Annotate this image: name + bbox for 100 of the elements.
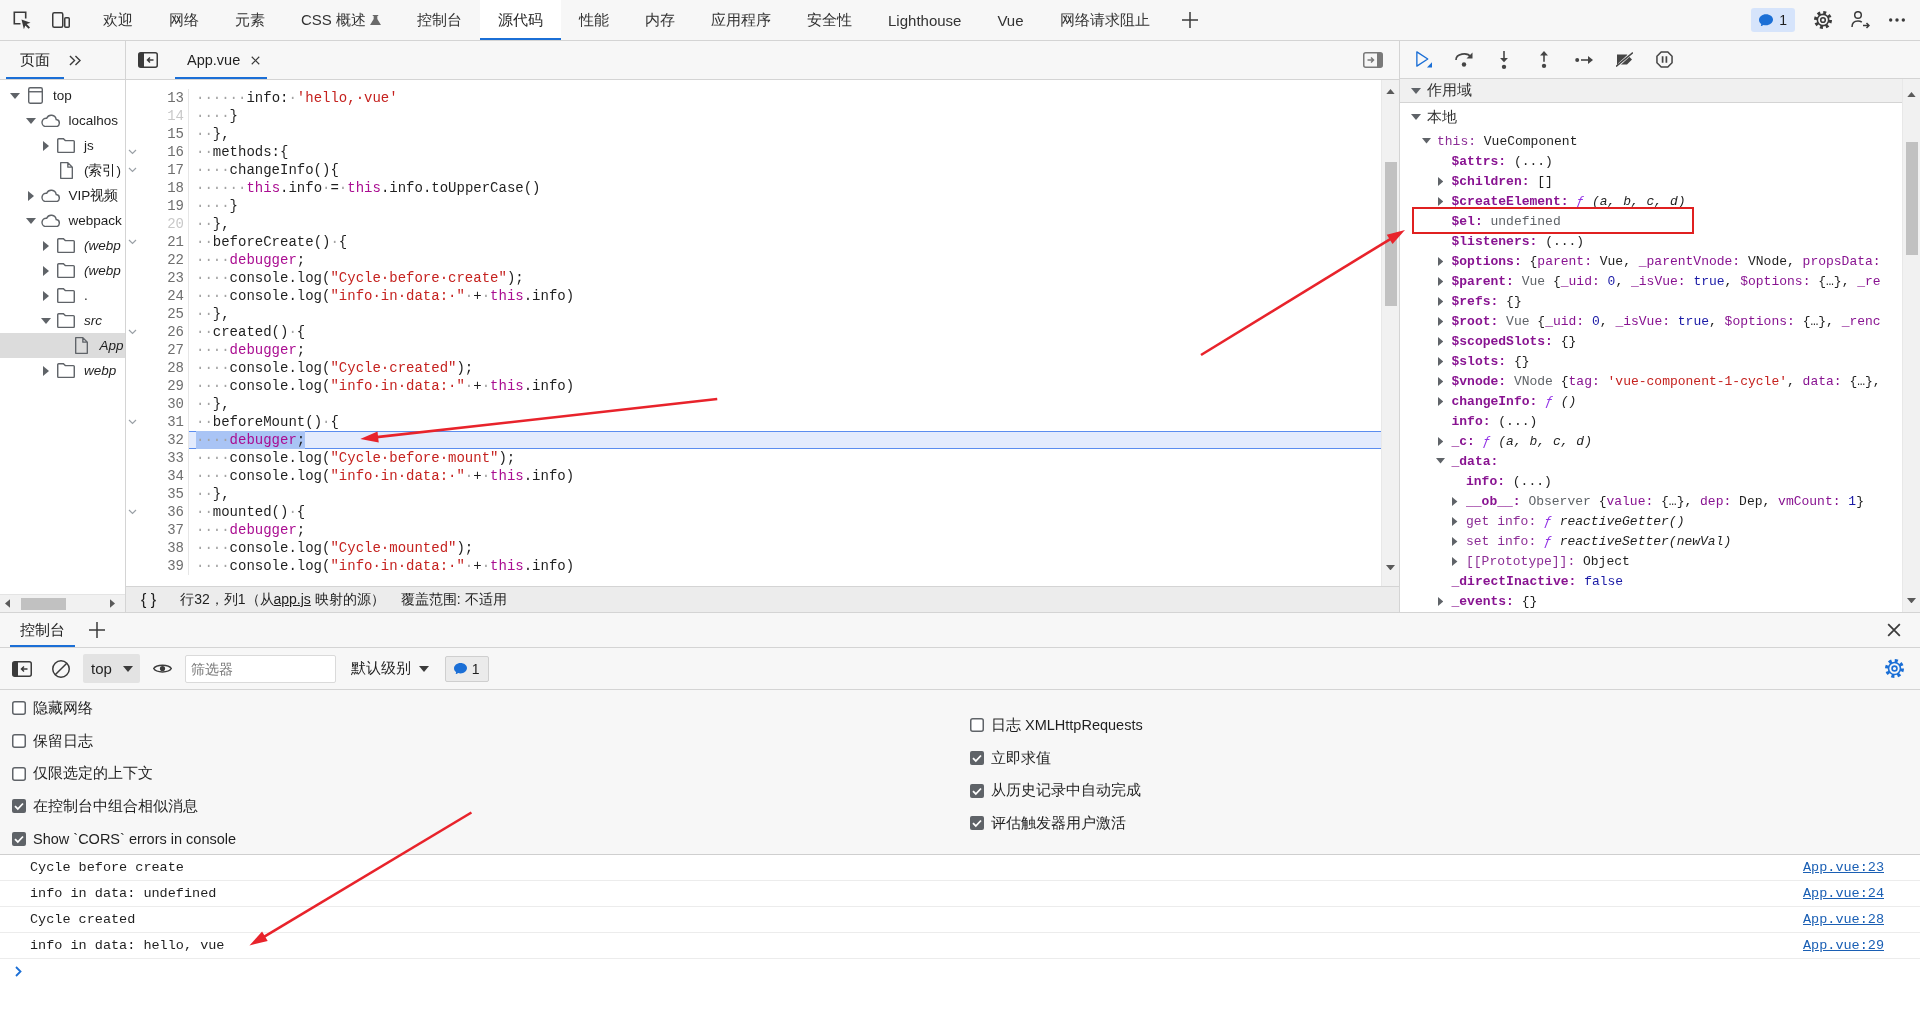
triangle-icon[interactable] (1452, 556, 1458, 566)
chevrons-icon[interactable] (69, 54, 81, 66)
scope-property[interactable]: [[Prototype]]: Object (1466, 553, 1630, 569)
scroll-right-icon[interactable] (110, 599, 115, 608)
fold-icon[interactable] (127, 239, 137, 245)
panel-tab[interactable]: 网络 (151, 0, 217, 40)
scope-property[interactable]: _c: ƒ (a, b, c, d) (1451, 433, 1592, 449)
scope-property[interactable]: $scopedSlots: {} (1451, 333, 1577, 349)
scope-property[interactable]: info: (...) (1451, 413, 1538, 429)
inspect-icon[interactable] (13, 10, 31, 30)
checkbox[interactable] (12, 799, 26, 814)
scroll-up-icon[interactable] (1386, 89, 1395, 95)
scope-property[interactable]: $root: Vue {_uid: 0, _isVue: true, $options: {…}, _renc (1451, 313, 1881, 329)
plus-icon[interactable] (1181, 12, 1198, 28)
checkbox[interactable] (12, 701, 26, 716)
scope-property[interactable]: $options: {parent: Vue, _parentVnode: VNode, propsData: (1451, 253, 1881, 269)
scroll-down-icon[interactable] (1907, 597, 1916, 603)
panel-tab[interactable]: 性能 (561, 0, 627, 40)
panel-tab[interactable]: 网络请求阻止 (1041, 0, 1168, 40)
panel-toggle-icon[interactable] (12, 660, 32, 677)
triangle-icon[interactable] (1437, 256, 1444, 266)
checkbox[interactable] (12, 766, 26, 781)
option-label[interactable]: Show `CORS` errors in console (33, 831, 237, 848)
scope-property[interactable]: __ob__: Observer {value: {…}, dep: Dep, vmCount: 1} (1466, 493, 1864, 509)
checkbox[interactable] (970, 783, 984, 798)
tree-item[interactable]: top (0, 83, 125, 108)
source-link[interactable]: App.vue:29 (1803, 938, 1884, 953)
triangle-icon[interactable] (43, 265, 49, 276)
triangle-icon[interactable] (43, 365, 49, 376)
triangle-icon[interactable] (1437, 396, 1444, 406)
device-icon[interactable] (52, 12, 70, 28)
option-label[interactable]: 仅限选定的上下文 (33, 764, 153, 784)
source-link[interactable]: app.js (273, 590, 311, 607)
close-icon[interactable] (251, 55, 261, 65)
panel-tab[interactable]: 内存 (627, 0, 693, 40)
scope-property[interactable]: get info: ƒ reactiveGetter() (1466, 513, 1685, 529)
scope-group[interactable]: 本地 (1427, 107, 1457, 127)
panel-tab[interactable]: 安全性 (789, 0, 870, 40)
triangle-icon[interactable] (1437, 596, 1444, 606)
tree-item[interactable]: localhos (0, 108, 125, 133)
scope-property[interactable]: changeInfo: ƒ () (1451, 393, 1577, 409)
scope-property[interactable]: _data: (1451, 453, 1499, 469)
issues-button[interactable]: 1 (444, 655, 489, 682)
scope-section-header[interactable]: 作用域 (1400, 79, 1902, 103)
panel-tab[interactable]: 欢迎 (85, 0, 151, 40)
triangle-icon[interactable] (1437, 336, 1444, 346)
plus-icon[interactable] (89, 622, 105, 638)
settings-icon[interactable] (1814, 11, 1832, 29)
triangle-icon[interactable] (1452, 496, 1458, 506)
panel-tab[interactable]: 源代码 (480, 0, 561, 40)
tree-item[interactable]: (webp (0, 233, 125, 258)
option-label[interactable]: 隐藏网络 (33, 698, 93, 718)
triangle-icon[interactable] (1452, 516, 1458, 526)
triangle-icon[interactable] (1437, 316, 1444, 326)
source-link[interactable]: App.vue:28 (1803, 912, 1884, 927)
triangle-icon[interactable] (25, 217, 36, 224)
panel-toggle-icon[interactable] (1363, 52, 1383, 68)
triangle-icon[interactable] (43, 290, 49, 301)
fold-icon[interactable] (127, 509, 137, 515)
triangle-icon[interactable] (1452, 536, 1458, 546)
scope-property[interactable]: _events: {} (1451, 593, 1538, 609)
step-over-arrow-icon[interactable] (1455, 52, 1473, 67)
scope-property[interactable]: $slots: {} (1451, 353, 1530, 369)
option-label[interactable]: 从历史记录中自动完成 (991, 781, 1141, 801)
panel-tab[interactable]: 控制台 (399, 0, 480, 40)
option-label[interactable]: 保留日志 (33, 731, 93, 751)
scope-property[interactable]: info: (...) (1466, 473, 1552, 489)
source-link[interactable]: App.vue:23 (1803, 860, 1884, 875)
tree-item[interactable]: src (0, 308, 125, 333)
scroll-down-icon[interactable] (1386, 564, 1395, 570)
vertical-scrollbar[interactable] (1902, 79, 1920, 612)
triangle-icon[interactable] (41, 317, 51, 324)
context-select[interactable]: top (83, 654, 140, 683)
fold-icon[interactable] (127, 419, 137, 425)
panel-tab[interactable]: Vue (979, 0, 1042, 40)
triangle-icon[interactable] (1437, 356, 1444, 366)
checkbox[interactable] (970, 718, 984, 733)
scrollbar-thumb[interactable] (21, 597, 66, 610)
fold-icon[interactable] (127, 329, 137, 335)
triangle-icon[interactable] (1437, 436, 1444, 446)
checkbox[interactable] (970, 816, 984, 831)
tree-item[interactable]: (索引) (0, 158, 125, 183)
scope-property[interactable]: $parent: Vue {_uid: 0, _isVue: true, $options: {…}, _re (1451, 273, 1881, 289)
checkbox[interactable] (12, 832, 26, 847)
fold-icon[interactable] (127, 167, 137, 173)
close-icon[interactable] (1887, 623, 1901, 637)
scope-property[interactable]: set info: ƒ reactiveSetter(newVal) (1466, 533, 1732, 549)
option-label[interactable]: 立即求值 (991, 748, 1051, 768)
play-icon[interactable] (1416, 51, 1432, 68)
scroll-left-icon[interactable] (5, 599, 10, 608)
tree-item[interactable]: (webp (0, 258, 125, 283)
triangle-icon[interactable] (1436, 458, 1445, 464)
vertical-scrollbar[interactable] (1381, 80, 1399, 586)
more-icon[interactable] (1889, 18, 1905, 22)
option-label[interactable]: 评估触发器用户激活 (991, 813, 1126, 833)
prompt-chevron-icon[interactable] (15, 965, 22, 977)
scrollbar-thumb[interactable] (1905, 142, 1918, 256)
checkbox[interactable] (970, 751, 984, 766)
tree-item[interactable]: webp (0, 358, 125, 383)
arrow-down-dot-icon[interactable] (1500, 50, 1508, 69)
